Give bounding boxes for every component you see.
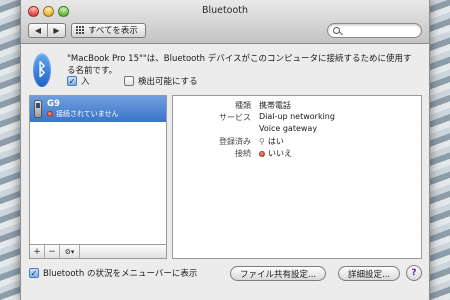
bluetooth-icon: ᛒ [33, 53, 51, 87]
detail-row-services-2: Voice gateway [173, 124, 423, 136]
desktop-background-left [0, 0, 20, 300]
disconnected-status-icon [47, 111, 53, 117]
back-arrow-icon[interactable]: ◀ [29, 24, 47, 37]
desktop-background-right [430, 0, 450, 300]
power-checkbox[interactable]: ✓ [67, 76, 77, 86]
titlebar: Bluetooth ◀ ▶ すべてを表示 [21, 0, 429, 44]
detail-row-type: 種類 携帯電話 [173, 100, 423, 112]
detail-row-services: サービス Dial-up networking [173, 112, 423, 124]
power-label: 入 [81, 77, 90, 87]
add-device-button[interactable]: + [30, 245, 45, 258]
paired-key: 登録済み [219, 137, 251, 146]
service-value-2: Voice gateway [259, 124, 318, 133]
menubar-label: Bluetooth の状況をメニューバーに表示 [43, 269, 198, 279]
bluetooth-preferences-window: Bluetooth ◀ ▶ すべてを表示 ᛒ "MacBook Pro 15""… [20, 0, 430, 300]
connected-value: いいえ [268, 149, 292, 158]
show-all-button[interactable]: すべてを表示 [71, 22, 146, 38]
help-button[interactable]: ? [406, 265, 422, 281]
computer-name-description: "MacBook Pro 15""は、Bluetooth デバイスがこのコンピュ… [67, 54, 412, 76]
power-checkbox-row[interactable]: ✓ 入 [67, 75, 90, 87]
search-field[interactable] [327, 22, 422, 38]
key-icon: ⚲ [259, 137, 265, 146]
forward-arrow-icon[interactable]: ▶ [47, 23, 65, 37]
advanced-button[interactable]: 詳細設定... [338, 266, 401, 281]
services-key: サービス [219, 113, 251, 122]
device-status: 接続されていません [47, 109, 119, 119]
menubar-checkbox-row[interactable]: ✓ Bluetooth の状況をメニューバーに表示 [29, 267, 197, 279]
device-list-item[interactable]: G9 接続されていません [30, 96, 166, 122]
gear-menu-button[interactable]: ⚙▾ [60, 245, 80, 258]
file-sharing-button[interactable]: ファイル共有設定... [230, 266, 327, 281]
device-list-toolbar: + − ⚙▾ [29, 245, 167, 259]
service-value-1: Dial-up networking [259, 112, 335, 121]
grid-icon [76, 26, 84, 34]
detail-row-connected: 接続 いいえ [173, 148, 423, 160]
connected-key: 接続 [235, 149, 251, 158]
remove-device-button[interactable]: − [45, 245, 60, 258]
toolbar: ◀ ▶ すべてを表示 [28, 22, 422, 38]
device-details-panel: 種類 携帯電話 サービス Dial-up networking Voice ga… [172, 95, 422, 259]
discoverable-label: 検出可能にする [138, 77, 198, 87]
back-forward-control: ◀ ▶ [28, 22, 66, 38]
device-name: G9 [47, 99, 60, 109]
discoverable-checkbox[interactable] [124, 76, 134, 86]
show-all-label: すべてを表示 [88, 26, 138, 36]
paired-value-group: ⚲ はい [259, 136, 284, 147]
window-title: Bluetooth [201, 5, 249, 16]
device-list[interactable]: G9 接続されていません [29, 95, 167, 245]
discoverable-checkbox-row[interactable]: 検出可能にする [124, 75, 198, 87]
disconnected-dot-icon [259, 150, 265, 157]
type-value: 携帯電話 [259, 101, 291, 110]
connected-value-group: いいえ [259, 148, 292, 159]
paired-value: はい [267, 137, 284, 146]
device-status-text: 接続されていません [56, 110, 119, 118]
detail-row-paired: 登録済み ⚲ はい [173, 136, 423, 148]
type-key: 種類 [235, 101, 251, 110]
menubar-checkbox[interactable]: ✓ [29, 268, 39, 278]
phone-icon [34, 100, 42, 118]
search-icon [333, 26, 340, 34]
